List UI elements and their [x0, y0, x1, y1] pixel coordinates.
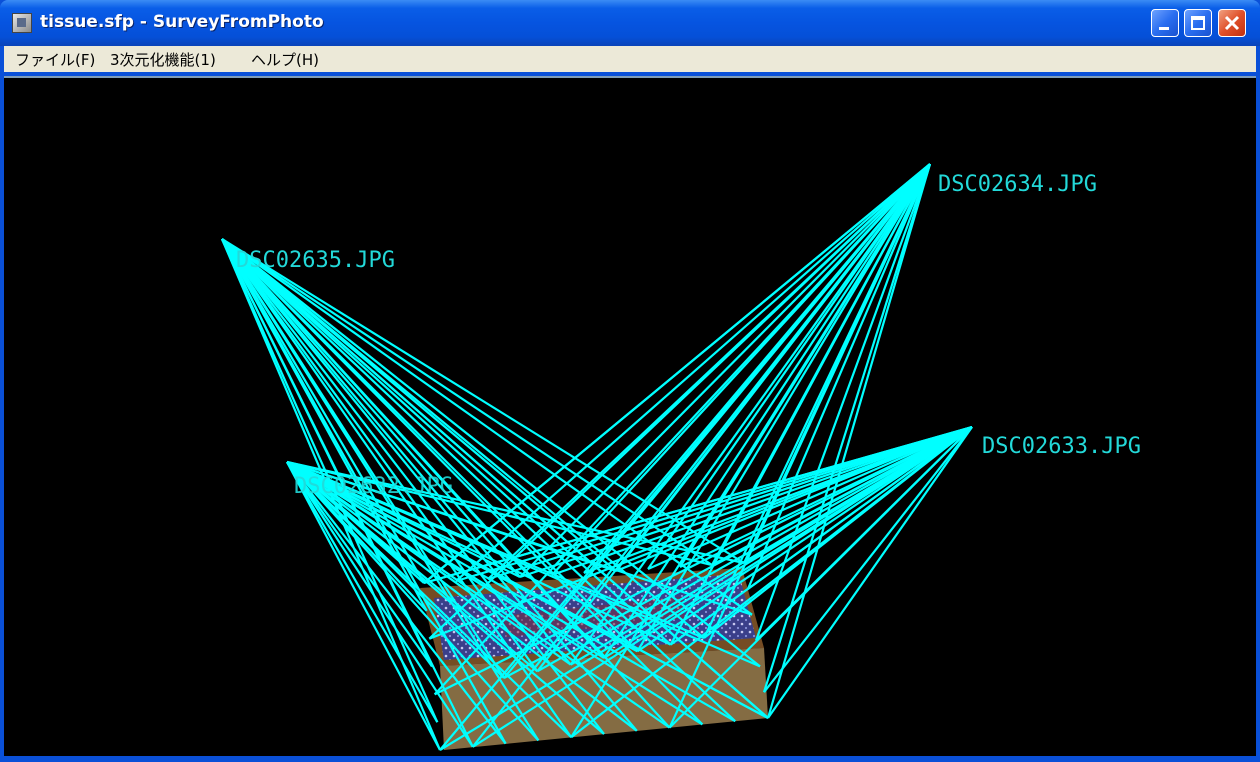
camera-ray	[636, 426, 973, 653]
3d-viewport[interactable]: DSC02634.JPG DSC02635.JPG DSC02633.JPG D…	[4, 76, 1256, 756]
close-icon	[1224, 15, 1240, 31]
app-window: tissue.sfp - SurveyFromPhoto ファイル(F) 3次元…	[0, 0, 1260, 762]
maximize-button[interactable]	[1184, 9, 1212, 37]
window-frame-right	[1256, 46, 1260, 762]
menu-bar: ファイル(F) 3次元化機能(1) ヘルプ(H)	[4, 46, 1256, 72]
camera-ray	[221, 238, 572, 666]
camera-label: DSC02632.JPG	[294, 474, 453, 499]
window-frame-left	[0, 46, 4, 762]
menu-help[interactable]: ヘルプ(H)	[251, 49, 319, 70]
app-icon[interactable]	[12, 13, 32, 33]
window-frame-bottom	[0, 756, 1260, 762]
camera-ray	[636, 163, 931, 652]
camera-label: DSC02635.JPG	[236, 248, 395, 273]
maximize-icon	[1191, 16, 1205, 30]
minimize-button[interactable]	[1151, 9, 1179, 37]
camera-ray-scene: DSC02634.JPG DSC02635.JPG DSC02633.JPG D…	[220, 163, 1141, 751]
window-title: tissue.sfp - SurveyFromPhoto	[40, 12, 324, 32]
camera-ray	[569, 163, 931, 666]
menu-file[interactable]: ファイル(F)	[15, 49, 95, 70]
menu-3d-functions[interactable]: 3次元化機能(1)	[110, 49, 216, 70]
camera-label: DSC02633.JPG	[982, 434, 1141, 459]
title-bar[interactable]: tissue.sfp - SurveyFromPhoto	[0, 0, 1260, 46]
minimize-icon	[1159, 27, 1169, 30]
close-button[interactable]	[1218, 9, 1246, 37]
camera-label: DSC02634.JPG	[938, 172, 1097, 197]
camera-ray	[603, 163, 931, 659]
